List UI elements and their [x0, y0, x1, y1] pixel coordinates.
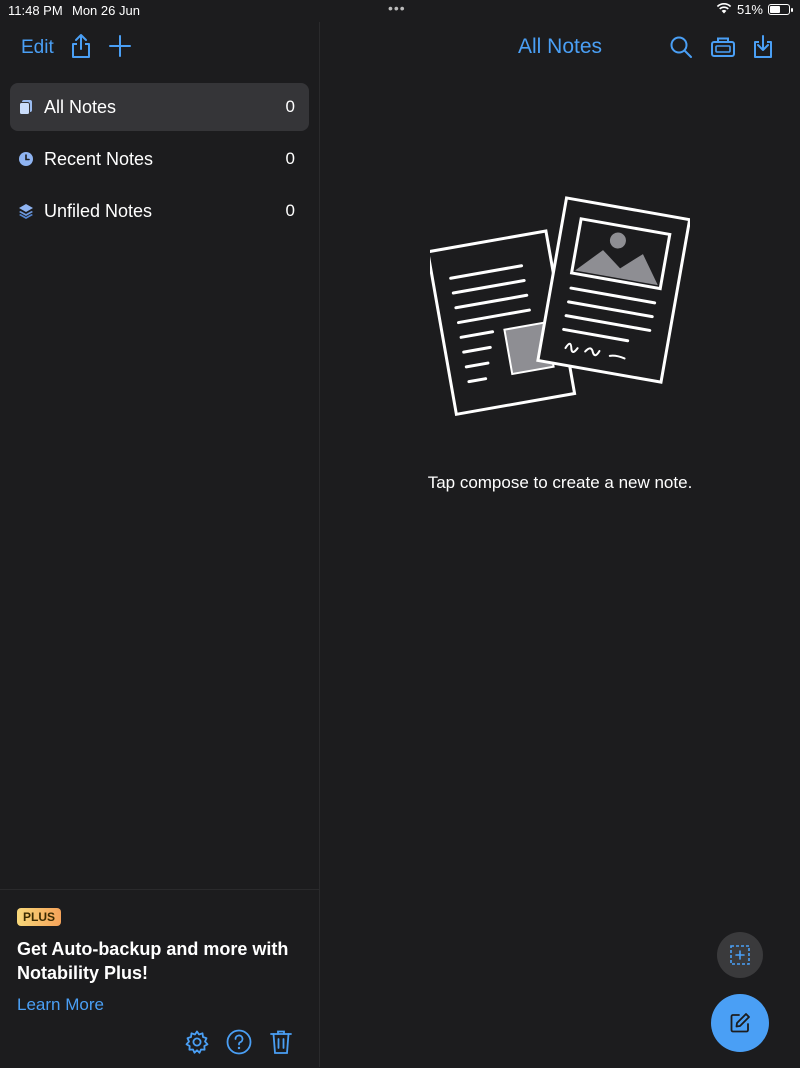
- settings-button[interactable]: [183, 1028, 211, 1056]
- learn-more-link[interactable]: Learn More: [17, 995, 104, 1015]
- question-icon: [226, 1029, 252, 1055]
- library-button[interactable]: [710, 35, 736, 62]
- promo-title: Get Auto-backup and more with Notability…: [17, 939, 289, 983]
- compose-button[interactable]: [711, 994, 769, 1052]
- scan-document-button[interactable]: [717, 932, 763, 978]
- battery-nub: [791, 8, 793, 12]
- battery-fill: [770, 6, 781, 13]
- compose-icon: [730, 1013, 750, 1033]
- download-icon: [754, 35, 772, 58]
- sidebar-item-count: 0: [285, 149, 295, 168]
- sidebar-item-count: 0: [285, 201, 295, 220]
- edit-button[interactable]: Edit: [21, 37, 54, 59]
- sidebar-item-all-notes[interactable]: All Notes 0: [10, 83, 309, 131]
- help-button[interactable]: [225, 1028, 253, 1056]
- gear-icon: [185, 1030, 209, 1054]
- add-button[interactable]: [108, 34, 132, 61]
- multitasking-dots-icon[interactable]: •••: [388, 0, 406, 16]
- clock-icon: [18, 151, 34, 167]
- sidebar-item-count: 0: [285, 97, 295, 116]
- share-button[interactable]: [70, 33, 92, 62]
- notes-stack-icon: [18, 99, 34, 115]
- battery-percent: 51%: [736, 2, 763, 17]
- sidebar-footer-actions: [183, 1028, 295, 1056]
- status-right: 51%: [716, 2, 793, 17]
- status-time: 11:48 PM: [8, 3, 63, 18]
- plus-icon: [109, 35, 131, 57]
- share-icon: [72, 34, 90, 58]
- sidebar-item-label: Unfiled Notes: [44, 200, 153, 221]
- layers-icon: [18, 203, 34, 219]
- wifi-icon: [716, 2, 732, 17]
- main-panel: All Notes Tap compose to create a new no…: [320, 22, 800, 1067]
- empty-state-illustration: [425, 187, 692, 422]
- sidebar-item-label: All Notes: [44, 96, 117, 117]
- sidebar-item-recent-notes[interactable]: Recent Notes 0: [10, 135, 309, 183]
- dashed-frame-plus-icon: [730, 945, 750, 965]
- sidebar: Edit All Notes 0 Recent Notes 0 Unfiled …: [0, 22, 320, 1067]
- folder-box-icon: [711, 37, 735, 57]
- sidebar-item-label: Recent Notes: [44, 148, 154, 169]
- trash-icon: [270, 1030, 292, 1054]
- trash-button[interactable]: [267, 1028, 295, 1056]
- plus-promo: PLUS Get Auto-backup and more with Notab…: [0, 889, 319, 1068]
- plus-badge: PLUS: [17, 908, 62, 926]
- empty-state-message: Tap compose to create a new note.: [427, 473, 693, 492]
- status-bar: 11:48 PM Mon 26 Jun ••• 51%: [0, 0, 800, 22]
- battery-icon: [768, 4, 793, 15]
- status-date: Mon 26 Jun: [72, 3, 140, 18]
- sidebar-list: All Notes 0 Recent Notes 0 Unfiled Notes…: [0, 83, 319, 239]
- documents-illustration-icon: [425, 196, 692, 417]
- sidebar-item-unfiled-notes[interactable]: Unfiled Notes 0: [10, 187, 309, 235]
- import-button[interactable]: [752, 34, 774, 63]
- search-icon: [670, 36, 692, 58]
- search-button[interactable]: [669, 35, 693, 62]
